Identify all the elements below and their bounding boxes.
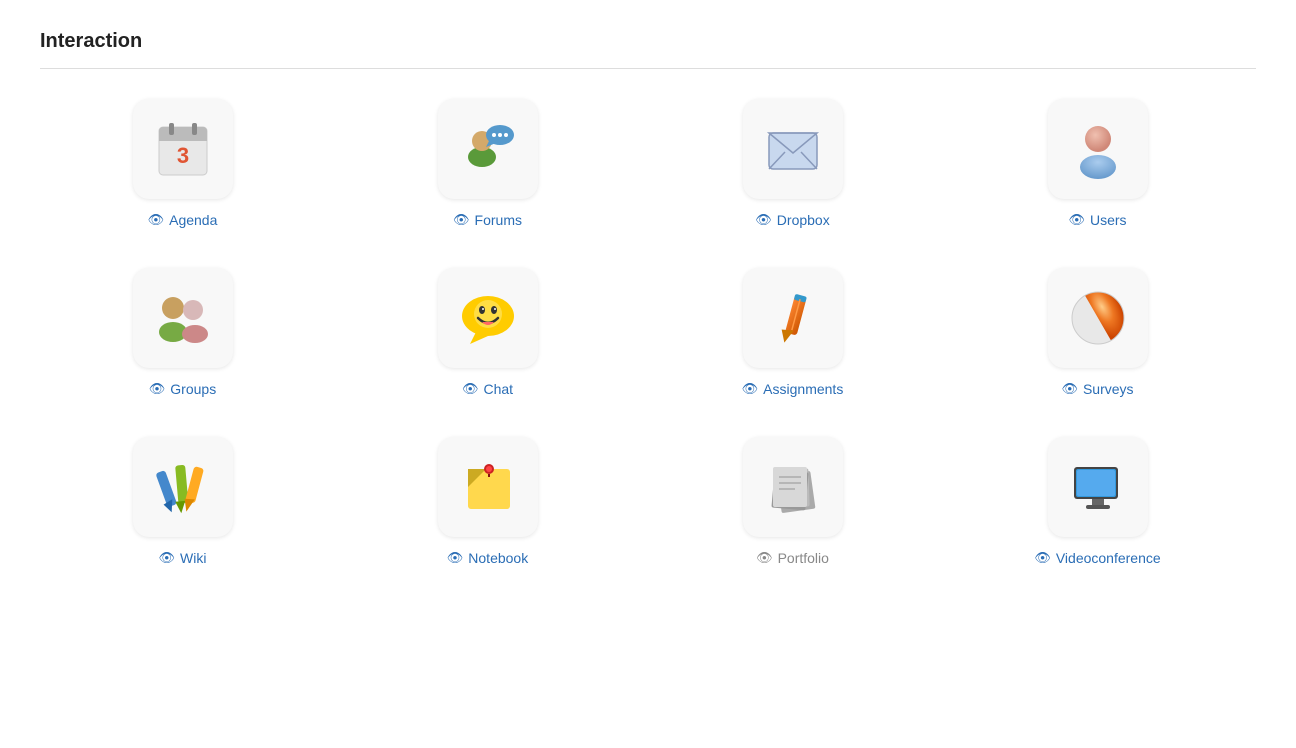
icon-box-forums xyxy=(438,99,538,199)
label-forums: Forums xyxy=(453,211,522,228)
visibility-icon-wiki xyxy=(159,549,176,566)
items-grid: 3 Agenda Forum xyxy=(40,99,1240,566)
item-agenda[interactable]: 3 Agenda xyxy=(40,99,325,228)
label-chat: Chat xyxy=(462,380,513,397)
visibility-icon-surveys xyxy=(1061,380,1078,397)
label-notebook: Notebook xyxy=(447,549,528,566)
item-chat[interactable]: Chat xyxy=(345,268,630,397)
label-groups: Groups xyxy=(149,380,216,397)
icon-box-assignments xyxy=(743,268,843,368)
label-users: Users xyxy=(1068,211,1126,228)
icon-box-videoconference xyxy=(1048,437,1148,537)
divider xyxy=(40,68,1256,69)
item-dropbox[interactable]: Dropbox xyxy=(650,99,935,228)
visibility-icon-dropbox xyxy=(755,211,772,228)
icon-box-agenda: 3 xyxy=(133,99,233,199)
item-portfolio[interactable]: Portfolio xyxy=(650,437,935,566)
label-assignments: Assignments xyxy=(742,380,844,397)
icon-box-notebook xyxy=(438,437,538,537)
label-wiki: Wiki xyxy=(159,549,207,566)
icon-box-dropbox xyxy=(743,99,843,199)
icon-box-users xyxy=(1048,99,1148,199)
page-title: Interaction xyxy=(40,30,1256,53)
visibility-icon-chat xyxy=(462,380,479,397)
visibility-icon-notebook xyxy=(447,549,464,566)
visibility-icon-agenda xyxy=(148,211,165,228)
visibility-icon-forums xyxy=(453,211,470,228)
item-users[interactable]: Users xyxy=(955,99,1240,228)
item-forums[interactable]: Forums xyxy=(345,99,630,228)
icon-box-chat xyxy=(438,268,538,368)
item-assignments[interactable]: Assignments xyxy=(650,268,935,397)
icon-box-surveys xyxy=(1048,268,1148,368)
svg-text:3: 3 xyxy=(176,143,188,168)
item-surveys[interactable]: Surveys xyxy=(955,268,1240,397)
item-wiki[interactable]: Wiki xyxy=(40,437,325,566)
label-portfolio: Portfolio xyxy=(756,549,829,566)
label-agenda: Agenda xyxy=(148,211,218,228)
icon-box-portfolio xyxy=(743,437,843,537)
visibility-icon-users xyxy=(1068,211,1085,228)
item-notebook[interactable]: Notebook xyxy=(345,437,630,566)
visibility-icon-portfolio xyxy=(756,549,773,566)
visibility-icon-assignments xyxy=(742,380,759,397)
label-dropbox: Dropbox xyxy=(755,211,829,228)
label-videoconference: Videoconference xyxy=(1034,549,1160,566)
item-groups[interactable]: Groups xyxy=(40,268,325,397)
icon-box-wiki xyxy=(133,437,233,537)
item-videoconference[interactable]: Videoconference xyxy=(955,437,1240,566)
visibility-icon-videoconference xyxy=(1034,549,1051,566)
visibility-icon-groups xyxy=(149,380,166,397)
icon-box-groups xyxy=(133,268,233,368)
label-surveys: Surveys xyxy=(1061,380,1133,397)
